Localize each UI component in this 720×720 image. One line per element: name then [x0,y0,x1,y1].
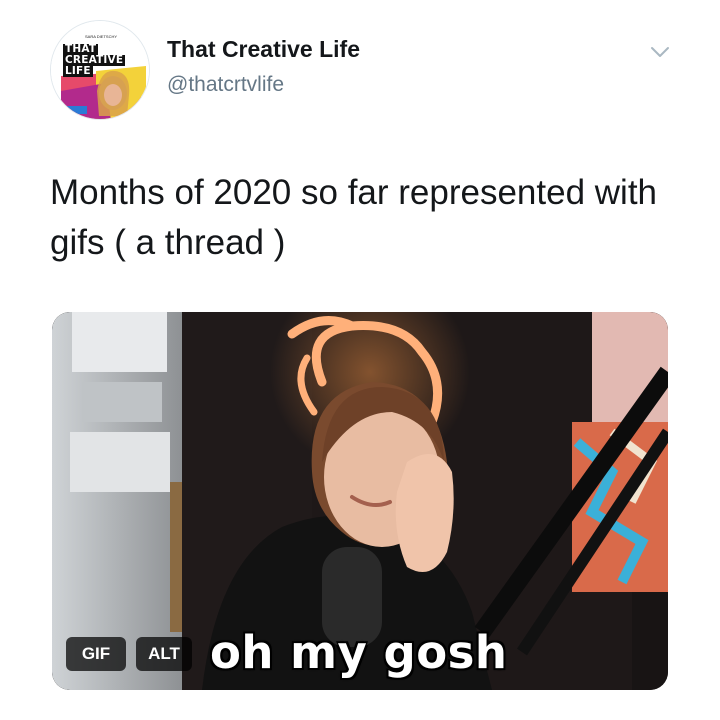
avatar[interactable]: SARA DIETSCHY THAT CREATIVE LIFE [50,20,150,120]
user-handle[interactable]: @thatcrtvlife [167,73,284,97]
tweet-text: Months of 2020 so far represented with g… [50,173,658,262]
avatar-logo-line: LIFE [63,65,93,77]
display-name[interactable]: That Creative Life [167,36,360,63]
alt-badge[interactable]: ALT [136,637,192,671]
avatar-small-text: SARA DIETSCHY [85,34,118,39]
tweet-header: SARA DIETSCHY THAT CREATIVE LIFE That Cr… [50,18,690,128]
gif-badge[interactable]: GIF [66,637,126,671]
gif-caption: oh my gosh [210,626,508,679]
chevron-down-icon[interactable] [648,40,672,64]
